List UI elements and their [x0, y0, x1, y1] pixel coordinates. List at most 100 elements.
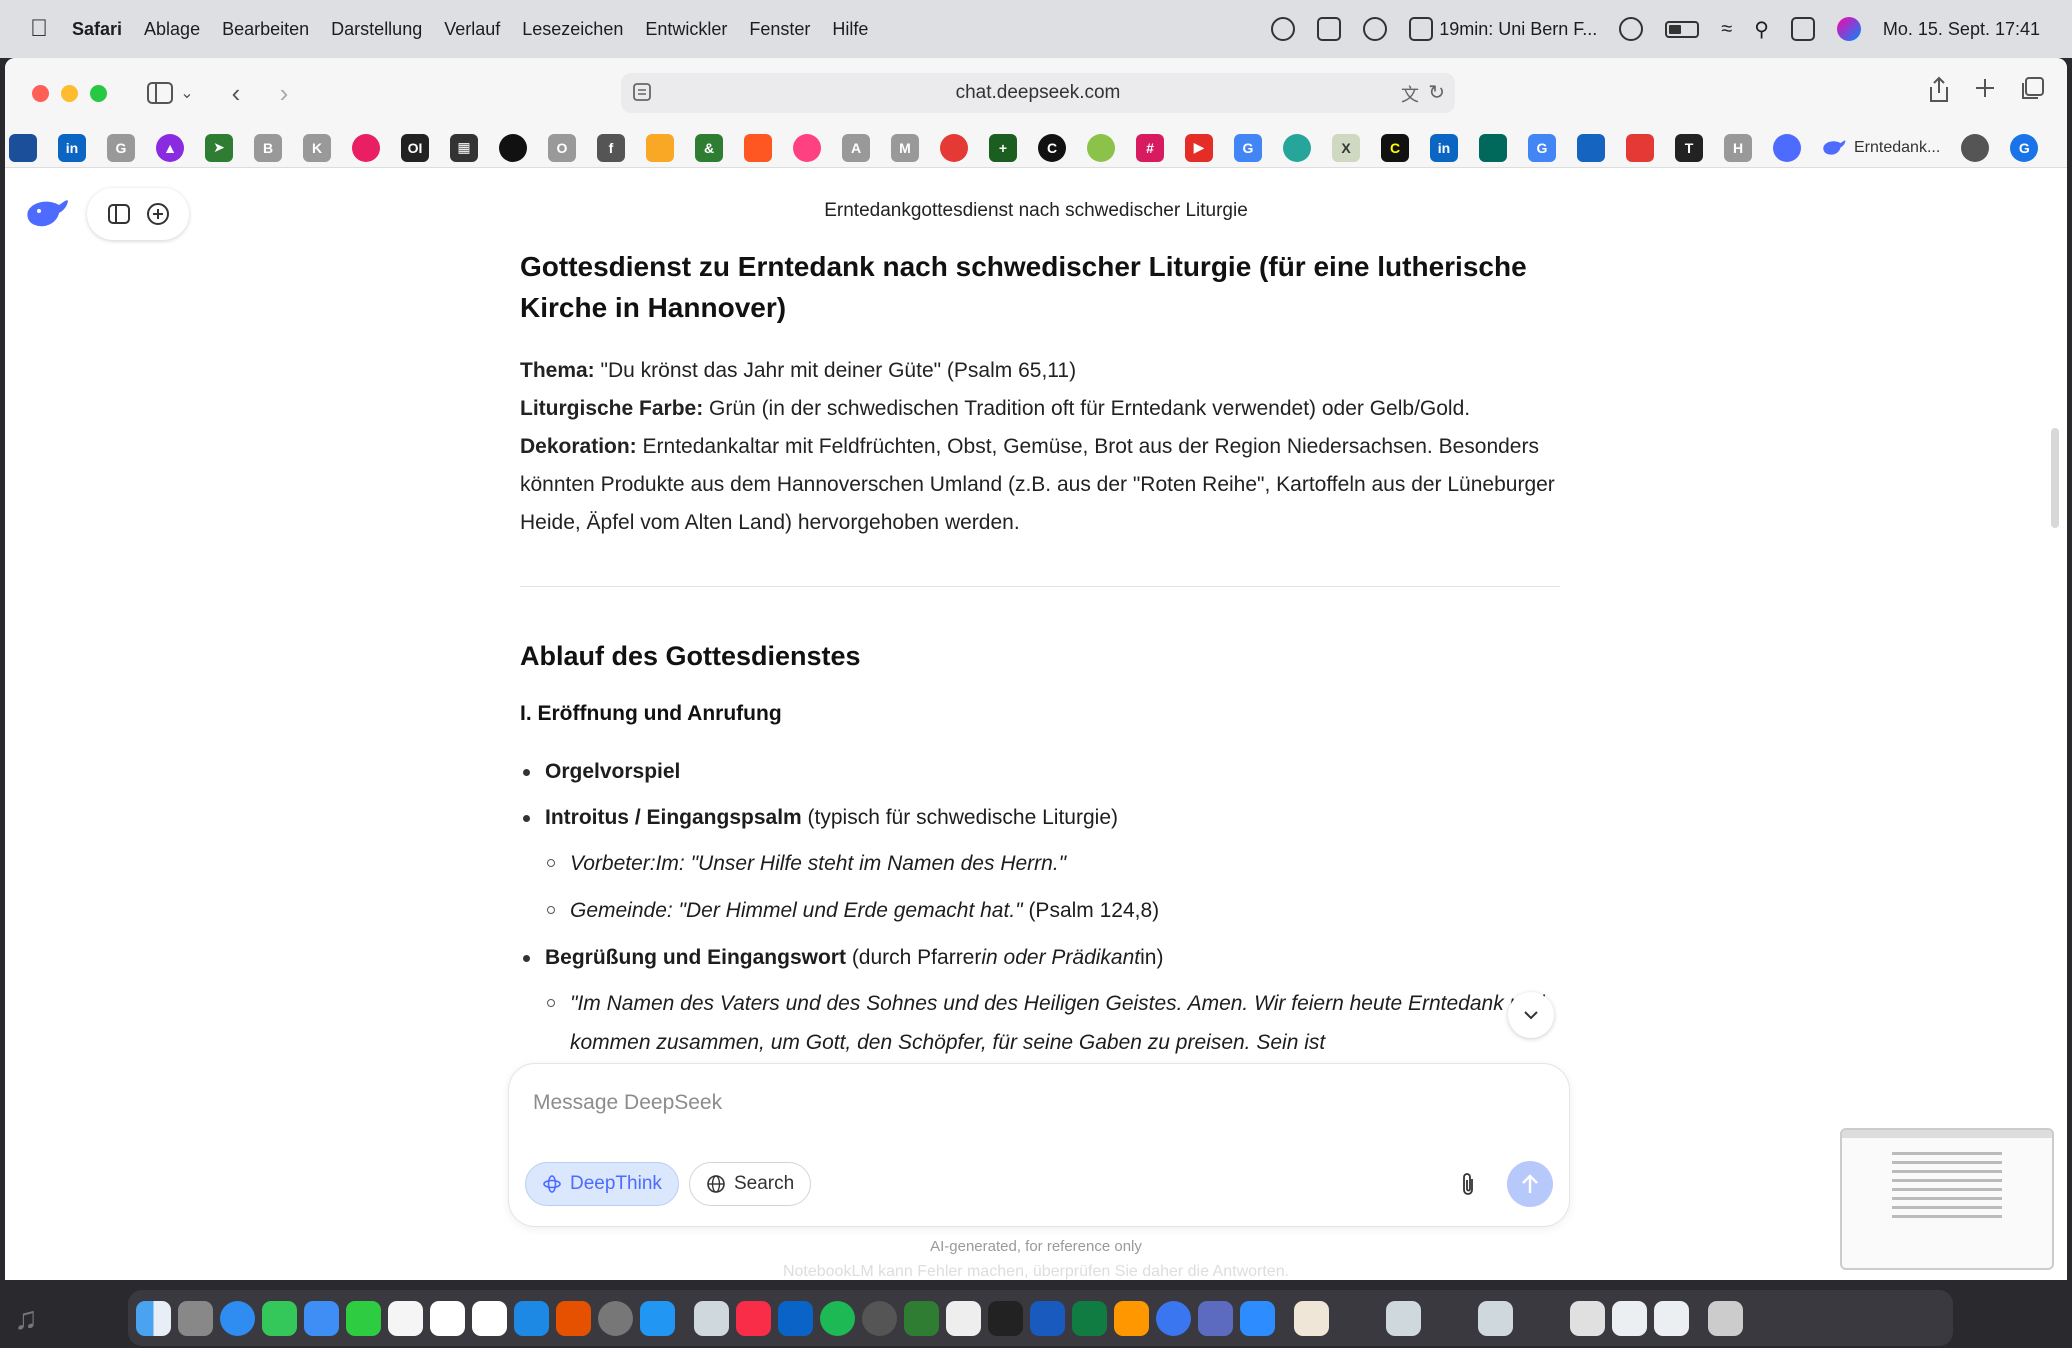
- back-arrow-icon[interactable]: ‹: [219, 76, 253, 110]
- favorite-red-icon[interactable]: [940, 133, 968, 162]
- status-extension-icon[interactable]: [1271, 17, 1296, 41]
- dock-window-icon[interactable]: [1478, 1300, 1513, 1336]
- send-button[interactable]: [1507, 1161, 1553, 1207]
- favorite-lime-icon[interactable]: [1087, 133, 1115, 162]
- favorite-f-icon[interactable]: f: [597, 133, 625, 162]
- favorite-linkedin-2-icon[interactable]: in: [1430, 133, 1458, 162]
- close-window-button[interactable]: [32, 84, 49, 102]
- dock-facetime-icon[interactable]: [346, 1300, 381, 1336]
- favorite-green-plus-icon[interactable]: +: [989, 133, 1017, 162]
- dock-reminders-icon[interactable]: [472, 1300, 507, 1336]
- dock-teams-icon[interactable]: [1198, 1300, 1233, 1336]
- page-menu-icon[interactable]: [631, 81, 653, 103]
- battery-icon[interactable]: [1665, 20, 1700, 38]
- menu-verlauf[interactable]: Verlauf: [444, 19, 500, 40]
- favorite-c-icon[interactable]: C: [1381, 133, 1409, 162]
- favorite-grid-icon[interactable]: ▦: [450, 133, 478, 162]
- control-center-icon[interactable]: [1790, 17, 1815, 41]
- zoom-window-button[interactable]: [90, 84, 107, 102]
- favorite-b-icon[interactable]: B: [254, 133, 282, 162]
- dock-photos-icon[interactable]: [388, 1300, 423, 1336]
- address-bar[interactable]: chat.deepseek.com 文 ↻: [621, 73, 1455, 113]
- reload-icon[interactable]: ↻: [1428, 80, 1445, 105]
- dock-window-icon[interactable]: [1654, 1300, 1689, 1336]
- favorite-nyt-icon[interactable]: T: [1675, 133, 1703, 162]
- favorite-oi-icon[interactable]: OI: [401, 133, 429, 162]
- status-screenshot-icon[interactable]: [1317, 17, 1342, 41]
- favorite-deepseek-icon[interactable]: [1773, 133, 1801, 162]
- spotlight-search-icon[interactable]: ⚲: [1754, 17, 1769, 42]
- dock-music-icon[interactable]: [736, 1300, 771, 1336]
- dock-window-icon[interactable]: [1386, 1300, 1421, 1336]
- menu-hilfe[interactable]: Hilfe: [832, 19, 868, 40]
- dock-spotify-icon[interactable]: [820, 1300, 855, 1336]
- siri-icon[interactable]: [1836, 17, 1861, 41]
- minimize-window-button[interactable]: [61, 84, 78, 102]
- favorite-x-icon[interactable]: X: [1332, 133, 1360, 162]
- tab-group-chevron-down-icon[interactable]: ⌄: [177, 76, 197, 110]
- dock-things-icon[interactable]: [640, 1300, 675, 1336]
- dock-appstore-icon[interactable]: [514, 1300, 549, 1336]
- favorite-google-3-icon[interactable]: G: [2010, 133, 2039, 162]
- menu-ablage[interactable]: Ablage: [144, 19, 200, 40]
- dock-calendar-icon[interactable]: [430, 1300, 465, 1336]
- dock-terminal-icon[interactable]: [988, 1300, 1023, 1336]
- favorite-pink-icon[interactable]: [793, 133, 821, 162]
- favorite-loop-icon[interactable]: [352, 133, 380, 162]
- favorite-teal-square-icon[interactable]: [1479, 133, 1507, 162]
- new-tab-plus-icon[interactable]: [1973, 76, 1997, 100]
- dock-quicktime-icon[interactable]: [862, 1300, 897, 1336]
- dock-pages-icon[interactable]: [1114, 1300, 1149, 1336]
- meeting-reminder[interactable]: 19min: Uni Bern F...: [1409, 17, 1597, 41]
- favorite-active-tab[interactable]: Erntedank...: [1822, 138, 1940, 158]
- dock-messages-icon[interactable]: [262, 1300, 297, 1336]
- forward-arrow-icon[interactable]: ›: [267, 76, 301, 110]
- dock-settings-icon[interactable]: [598, 1300, 633, 1336]
- favorite-rainbow-icon[interactable]: [1961, 133, 1990, 162]
- menu-fenster[interactable]: Fenster: [749, 19, 810, 40]
- dock-window-icon[interactable]: [1612, 1300, 1647, 1336]
- apple-menu-icon[interactable]: : [26, 16, 52, 42]
- favorite-ampersand-icon[interactable]: &: [695, 133, 723, 162]
- deepthink-button[interactable]: DeepThink: [525, 1162, 679, 1206]
- menu-darstellung[interactable]: Darstellung: [331, 19, 422, 40]
- dock-numbers-icon[interactable]: [904, 1300, 939, 1336]
- dock-trash-icon[interactable]: [1708, 1300, 1743, 1336]
- favorite-k-icon[interactable]: K: [303, 133, 331, 162]
- tab-overview-icon[interactable]: [2019, 76, 2045, 102]
- dock-safari-icon[interactable]: [220, 1300, 255, 1336]
- favorite-o-icon[interactable]: O: [548, 133, 576, 162]
- dock-launchpad-icon[interactable]: [178, 1300, 213, 1336]
- favorite-m-icon[interactable]: M: [891, 133, 919, 162]
- favorite-circle-icon[interactable]: [499, 133, 527, 162]
- dock-outlook-icon[interactable]: [778, 1300, 813, 1336]
- wifi-icon[interactable]: ≈: [1721, 18, 1732, 41]
- screenshot-thumbnail[interactable]: [1840, 1128, 2054, 1270]
- dock-textedit-icon[interactable]: [946, 1300, 981, 1336]
- favorite-google-2-icon[interactable]: G: [1528, 133, 1556, 162]
- favorite-red-dots-icon[interactable]: [1626, 133, 1654, 162]
- menubar-clock[interactable]: Mo. 15. Sept. 17:41: [1883, 19, 2040, 40]
- dock-affinity-icon[interactable]: [556, 1300, 591, 1336]
- favorite-a-icon[interactable]: A: [842, 133, 870, 162]
- favorite-black-c-icon[interactable]: C: [1038, 133, 1066, 162]
- dock-mail-icon[interactable]: [304, 1300, 339, 1336]
- favorite-orange-bracket-icon[interactable]: [744, 133, 772, 162]
- favorite-h-icon[interactable]: H: [1724, 133, 1752, 162]
- favorite-linkedin-icon[interactable]: in: [58, 133, 86, 162]
- dock-word-icon[interactable]: [1030, 1300, 1065, 1336]
- translate-icon[interactable]: 文: [1401, 81, 1419, 107]
- dock-window-icon[interactable]: [1570, 1300, 1605, 1336]
- dock-preview-icon[interactable]: [694, 1300, 729, 1336]
- favorite-google-icon[interactable]: G: [1234, 133, 1262, 162]
- sidebar-toggle-icon[interactable]: [143, 76, 177, 110]
- menu-lesezeichen[interactable]: Lesezeichen: [522, 19, 623, 40]
- favorite-cursor-icon[interactable]: ➤: [205, 133, 233, 162]
- favorite-blue-book-icon[interactable]: [1577, 133, 1605, 162]
- dock-excel-icon[interactable]: [1072, 1300, 1107, 1336]
- favorite-youtube-icon[interactable]: ▶: [1185, 133, 1213, 162]
- message-input[interactable]: [533, 1086, 1533, 1120]
- dock-zoom-icon[interactable]: [1240, 1300, 1275, 1336]
- favorite-cloud-icon[interactable]: [9, 133, 37, 162]
- page-scrollbar[interactable]: [2051, 428, 2059, 528]
